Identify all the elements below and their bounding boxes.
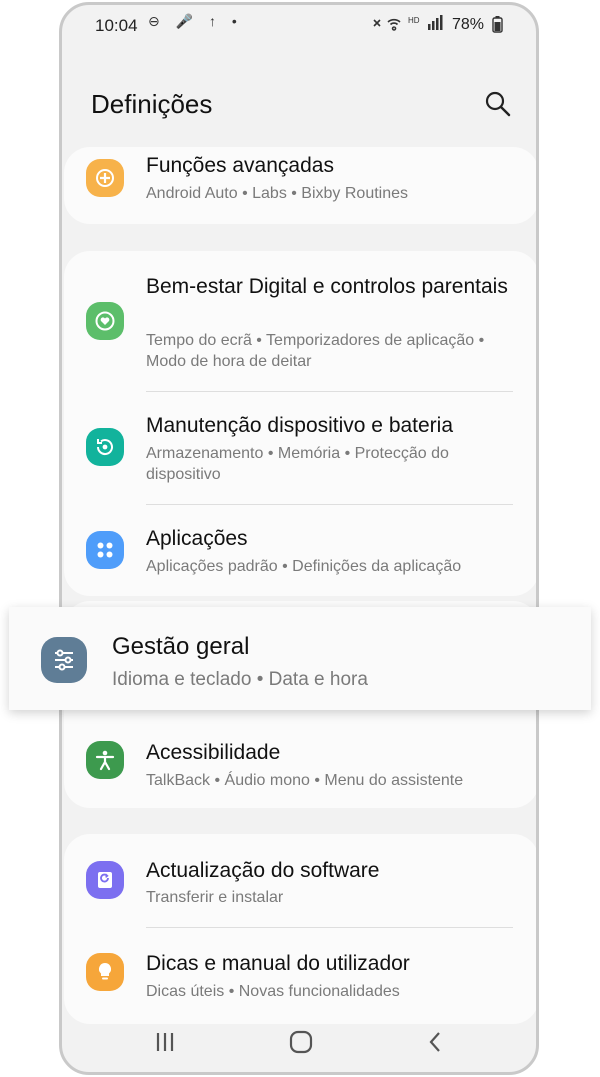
- item-title: Dicas e manual do utilizador: [146, 952, 410, 975]
- svg-text:HD: HD: [408, 16, 420, 25]
- item-title: Aplicações: [146, 527, 248, 550]
- plus-gear-icon: [86, 159, 124, 197]
- status-bar: 10:04 ⊖ 🎤 ↑ • HD 78%: [62, 5, 536, 45]
- list-item-apps[interactable]: Aplicações Aplicações padrão • Definiçõe…: [64, 505, 536, 596]
- status-time: 10:04: [95, 16, 138, 35]
- item-subtitle: Android Auto • Labs • Bixby Routines: [146, 185, 409, 202]
- apps-grid-icon: [86, 531, 124, 569]
- list-item-accessibility[interactable]: Acessibilidade TalkBack • Áudio mono • M…: [64, 715, 536, 808]
- recent-apps-icon[interactable]: [150, 1027, 180, 1057]
- heart-circle-icon: [86, 302, 124, 340]
- home-icon[interactable]: [286, 1027, 316, 1057]
- refresh-circle-icon: [86, 428, 124, 466]
- item-subtitle: Transferir e instalar: [146, 889, 284, 906]
- bulb-icon: [86, 953, 124, 991]
- list-item-software-update[interactable]: Actualização do software Transferir e in…: [64, 834, 536, 927]
- item-title: Manutenção dispositivo e bateria: [146, 414, 454, 437]
- navigation-bar: [62, 1012, 536, 1072]
- status-icons-left: ⊖ 🎤 ↑ •: [148, 13, 243, 29]
- settings-card-4: Actualização do software Transferir e in…: [64, 834, 536, 1024]
- item-title: Gestão geral: [112, 633, 250, 660]
- phone-frame: 10:04 ⊖ 🎤 ↑ • HD 78% Definições Funções …: [59, 2, 539, 1075]
- item-title: Funções avançadas: [146, 154, 334, 177]
- item-subtitle: Idioma e teclado • Data e hora: [112, 669, 368, 690]
- battery-icon: [492, 16, 503, 33]
- list-item-tips-manual[interactable]: Dicas e manual do utilizador Dicas úteis…: [64, 928, 536, 1024]
- battery-percent: 78%: [451, 16, 484, 33]
- update-icon: [86, 861, 124, 899]
- item-title: Acessibilidade: [146, 741, 281, 764]
- signal-wifi-icon: HD: [373, 15, 443, 31]
- person-icon: [86, 741, 124, 779]
- item-subtitle: Armazenamento • Memória • Protecção do d…: [146, 445, 449, 483]
- settings-card-2: Bem-estar Digital e controlos parentais …: [64, 251, 536, 596]
- item-subtitle: Dicas úteis • Novas funcionalidades: [146, 983, 400, 1000]
- item-title: Actualização do software: [146, 859, 380, 882]
- search-icon[interactable]: [484, 90, 512, 118]
- list-item-device-care[interactable]: Manutenção dispositivo e bateria Armazen…: [64, 392, 536, 504]
- item-subtitle: TalkBack • Áudio mono • Menu do assisten…: [146, 772, 464, 789]
- back-icon[interactable]: [420, 1027, 450, 1057]
- sliders-icon: [41, 637, 87, 683]
- list-item-advanced-features[interactable]: Funções avançadas Android Auto • Labs • …: [64, 147, 536, 224]
- page-title: Definições: [91, 89, 213, 119]
- item-subtitle: Aplicações padrão • Definições da aplica…: [146, 558, 462, 575]
- settings-card-1: Funções avançadas Android Auto • Labs • …: [64, 147, 536, 224]
- list-item-digital-wellbeing[interactable]: Bem-estar Digital e controlos parentais …: [64, 251, 536, 370]
- item-subtitle: Tempo do ecrã • Temporizadores de aplica…: [146, 332, 485, 370]
- item-title: Bem-estar Digital e controlos parentais: [146, 275, 508, 298]
- list-item-general-management[interactable]: Gestão geral Idioma e teclado • Data e h…: [9, 607, 591, 710]
